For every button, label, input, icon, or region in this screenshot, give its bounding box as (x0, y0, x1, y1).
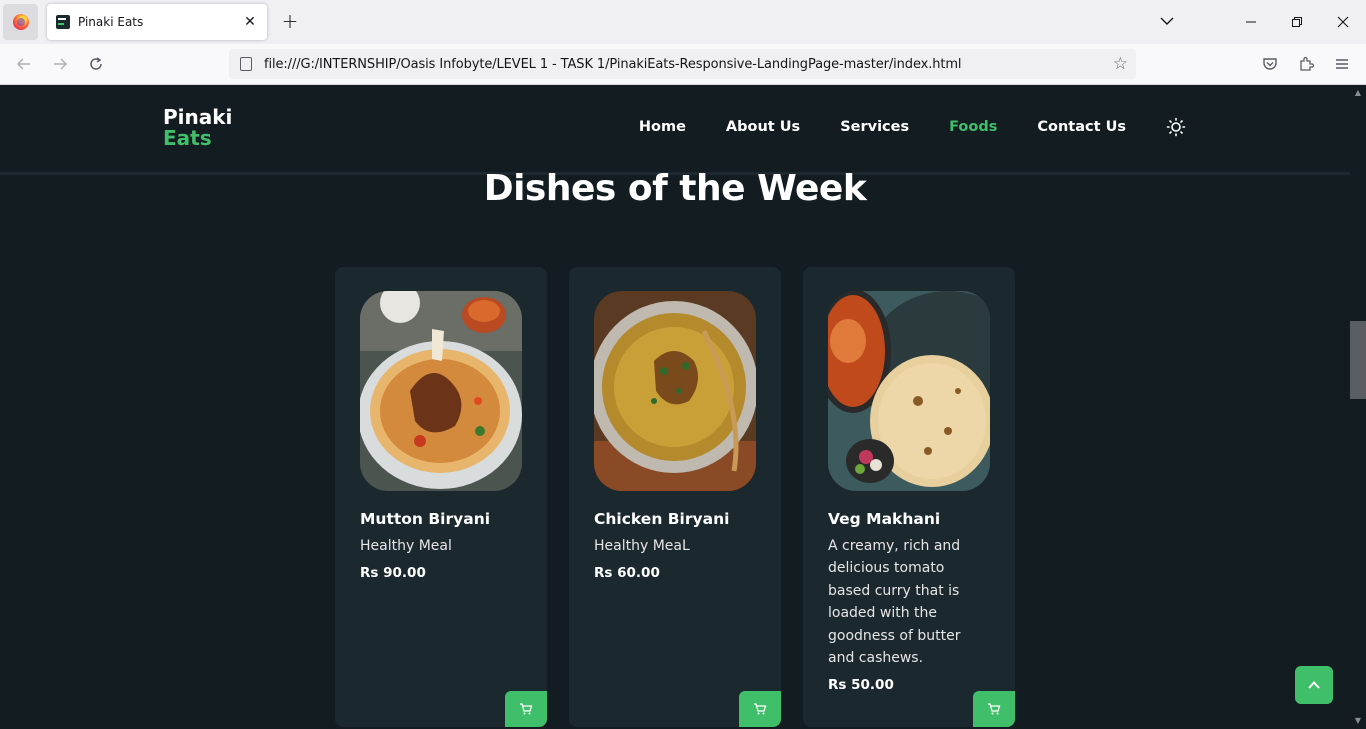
card-price: Rs 60.00 (594, 565, 660, 581)
main-nav: Home About Us Services Foods Contact Us (639, 119, 1126, 135)
card-price: Rs 50.00 (828, 677, 894, 693)
pocket-icon[interactable] (1260, 54, 1280, 74)
card-description: Healthy MeaL (594, 538, 690, 554)
minimize-icon[interactable] (1239, 10, 1263, 34)
url-text[interactable]: file:///G:/INTERNSHIP/Oasis Infobyte/LEV… (264, 57, 962, 72)
card-description: A creamy, rich and delicious tomato base… (828, 538, 961, 667)
veg-makhani-image (828, 291, 990, 491)
food-card: Mutton Biryani Healthy Meal Rs 90.00 (335, 267, 547, 727)
chevron-up-icon (1308, 681, 1320, 689)
close-icon[interactable]: ✕ (241, 13, 259, 31)
mutton-biryani-image (360, 291, 522, 491)
cart-icon (988, 703, 1001, 715)
firefox-view-button[interactable] (3, 4, 38, 40)
card-title: Veg Makhani (828, 510, 941, 528)
chevron-down-icon[interactable] (1158, 12, 1176, 30)
scroll-down-arrow-icon[interactable]: ▼ (1353, 716, 1363, 726)
star-icon[interactable]: ☆ (1113, 54, 1128, 74)
nav-link-about[interactable]: About Us (726, 119, 800, 135)
site-logo[interactable]: Pinaki Eats (163, 107, 232, 149)
url-bar[interactable]: file:///G:/INTERNSHIP/Oasis Infobyte/LEV… (229, 49, 1136, 79)
page-scrollbar[interactable]: ▲ ▼ (1350, 85, 1366, 729)
menu-icon[interactable] (1332, 54, 1352, 74)
scroll-up-arrow-icon[interactable]: ▲ (1353, 88, 1363, 98)
scrollbar-thumb[interactable] (1350, 321, 1366, 399)
scroll-to-top-button[interactable] (1295, 666, 1333, 704)
add-to-cart-button[interactable] (505, 691, 547, 727)
site-header: Pinaki Eats Home About Us Services Foods… (0, 85, 1350, 175)
add-to-cart-button[interactable] (739, 691, 781, 727)
nav-link-home[interactable]: Home (639, 119, 686, 135)
browser-navigation-bar: file:///G:/INTERNSHIP/Oasis Infobyte/LEV… (0, 44, 1366, 85)
plus-icon[interactable]: + (280, 10, 300, 32)
restore-icon[interactable] (1285, 10, 1309, 34)
sun-icon[interactable] (1166, 117, 1186, 137)
reload-icon[interactable] (86, 54, 106, 74)
nav-link-services[interactable]: Services (840, 119, 909, 135)
close-window-icon[interactable] (1331, 10, 1355, 34)
section-title: Dishes of the Week (483, 168, 867, 209)
firefox-icon (12, 14, 29, 30)
web-page: Pinaki Eats Home About Us Services Foods… (0, 85, 1350, 729)
food-card: Veg Makhani A creamy, rich and delicious… (803, 267, 1015, 727)
browser-tab-bar: Pinaki Eats ✕ + (0, 0, 1366, 44)
add-to-cart-button[interactable] (973, 691, 1015, 727)
card-title: Mutton Biryani (360, 510, 491, 528)
extensions-icon[interactable] (1296, 54, 1316, 74)
cart-icon (520, 703, 533, 715)
card-description: Healthy Meal (360, 538, 452, 554)
browser-tab[interactable]: Pinaki Eats ✕ (47, 4, 267, 40)
back-icon[interactable] (14, 54, 34, 74)
tab-title: Pinaki Eats (78, 15, 144, 29)
site-favicon-icon (56, 15, 70, 29)
logo-text-eats: Eats (163, 126, 212, 150)
forward-icon[interactable] (50, 54, 70, 74)
chicken-biryani-image (594, 291, 756, 491)
card-title: Chicken Biryani (594, 510, 730, 528)
cart-icon (754, 703, 767, 715)
nav-link-foods[interactable]: Foods (949, 119, 997, 135)
card-price: Rs 90.00 (360, 565, 426, 581)
nav-link-contact[interactable]: Contact Us (1037, 119, 1126, 135)
food-card: Chicken Biryani Healthy MeaL Rs 60.00 (569, 267, 781, 727)
page-icon (240, 57, 252, 71)
